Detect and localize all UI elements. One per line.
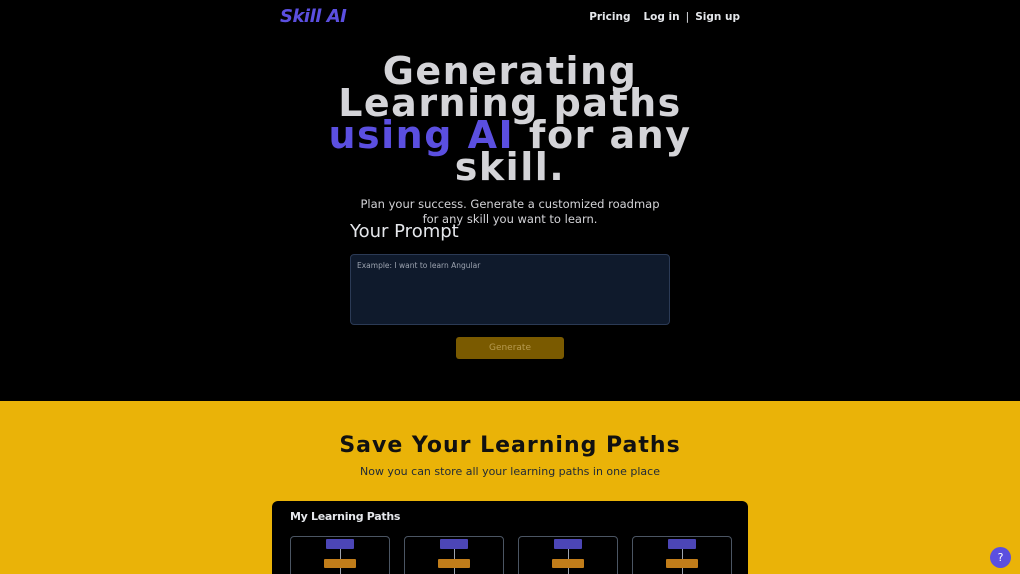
connector-line [340,568,341,574]
roadmap-node [324,559,356,568]
logo[interactable]: Skill AI [280,6,347,27]
path-card[interactable] [518,536,618,574]
hero-section: Generating Learning paths using AI for a… [0,52,1020,227]
nav-separator: | [685,11,690,23]
save-title: Save Your Learning Paths [339,433,681,458]
prompt-label: Your Prompt [350,221,459,242]
connector-line [682,549,683,559]
pricing-link[interactable]: Pricing [589,11,630,23]
prompt-box [350,254,670,325]
connector-line [454,549,455,559]
learning-paths-panel: My Learning Paths [272,501,748,574]
path-card[interactable] [632,536,732,574]
roadmap-node [440,539,468,549]
top-nav: Skill AI Pricing Log in | Sign up [0,0,1020,34]
help-button[interactable]: ? [990,547,1011,568]
save-subtitle: Now you can store all your learning path… [359,465,660,478]
connector-line [568,549,569,559]
roadmap-node [552,559,584,568]
connector-line [568,568,569,574]
roadmap-node [666,559,698,568]
roadmap-node [326,539,354,549]
roadmap-node [438,559,470,568]
roadmap-node [668,539,696,549]
path-card[interactable] [290,536,390,574]
panel-title: My Learning Paths [290,510,401,523]
path-card[interactable] [404,536,504,574]
save-section: Save Your Learning Paths Now you can sto… [0,401,1020,574]
signup-link[interactable]: Sign up [695,11,740,23]
connector-line [682,568,683,574]
roadmap-node [554,539,582,549]
prompt-input[interactable] [351,255,669,324]
path-cards [290,536,732,574]
generate-button[interactable]: Generate [456,337,564,359]
login-link[interactable]: Log in [643,11,679,23]
hero-title: Generating Learning paths using AI for a… [300,52,720,186]
nav-links: Pricing Log in | Sign up [589,11,740,23]
connector-line [340,549,341,559]
connector-line [454,568,455,574]
